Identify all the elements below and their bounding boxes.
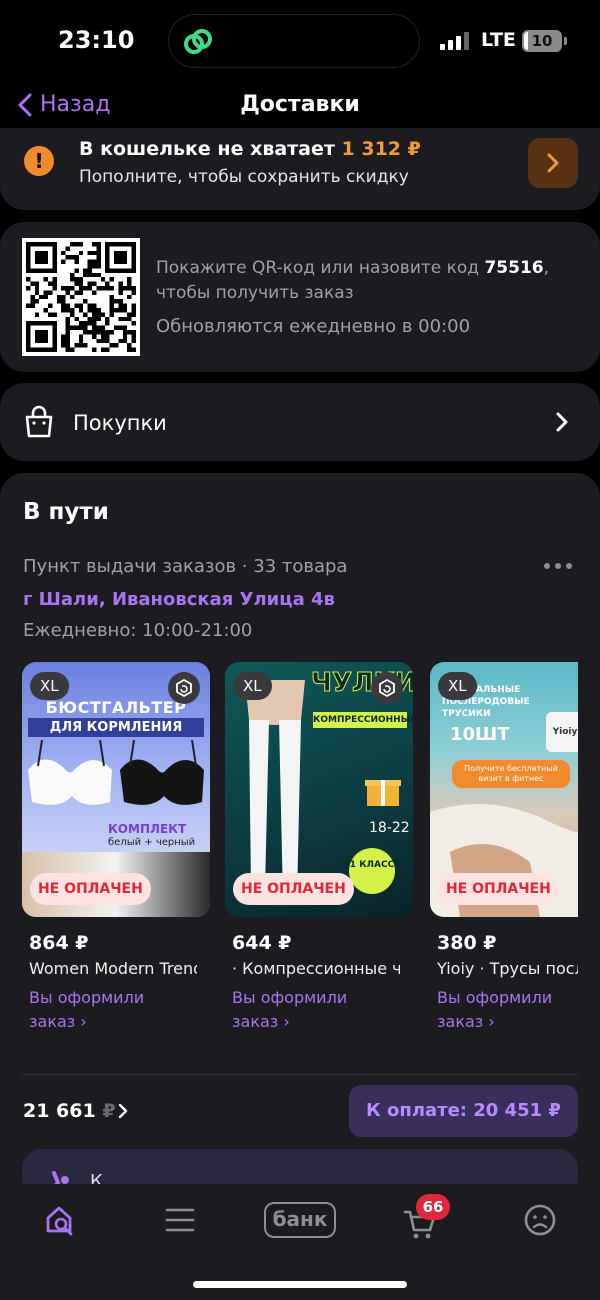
tab-profile[interactable] [520, 1200, 560, 1240]
more-options-icon[interactable] [544, 563, 572, 569]
wallet-shortfall-amount: 1 312 ₽ [341, 138, 421, 160]
image-caption-3: КОМПЛЕКТ [108, 822, 187, 836]
profile-icon [524, 1204, 556, 1236]
divider [22, 1074, 578, 1075]
tab-home-search[interactable] [40, 1200, 80, 1240]
return-box-icon [168, 672, 200, 704]
pickup-code: 75516 [484, 258, 544, 278]
pickup-point-summary: Пункт выдачи заказов · 33 товара [23, 556, 348, 577]
dynamic-island [168, 14, 420, 68]
link-activity-icon [184, 29, 212, 54]
unpaid-badge: НЕ ОПЛАЧЕН [438, 873, 559, 905]
order-status-line2: заказ › [29, 1012, 87, 1031]
chevron-right-icon [547, 153, 559, 173]
product-name: Women Modern Trend [29, 959, 197, 978]
qr-code-image [26, 242, 136, 352]
order-status-line1: Вы оформили [29, 988, 145, 1007]
status-bar: 23:10 LTE 10 [0, 0, 600, 80]
section-title: В пути [23, 499, 109, 525]
image-caption-2: ДЛЯ КОРМЛЕНИЯ [28, 718, 204, 737]
in-transit-section: В пути Пункт выдачи заказов · 33 товара … [0, 473, 600, 1233]
back-button[interactable]: Назад [18, 92, 110, 117]
chevron-left-icon [18, 93, 32, 116]
gift-box-illustration [365, 780, 401, 806]
chevron-right-icon [556, 412, 568, 432]
order-status-link[interactable]: Вы оформили заказ › [22, 986, 202, 1034]
home-indicator[interactable] [193, 1281, 407, 1288]
pay-button[interactable]: К оплате: 20 451 ₽ [349, 1085, 578, 1137]
tab-catalog[interactable] [160, 1200, 200, 1240]
shopping-bag-icon [25, 405, 53, 438]
back-label: Назад [40, 92, 111, 117]
chevron-right-icon[interactable] [118, 1103, 128, 1119]
product-image: ЛЬТРУАЛЬНЫЕ ПОСЛЕРОДОВЫЕ ТРУСИКИ 10ШТ Yi… [430, 662, 578, 917]
qr-text-before: Покажите QR-код или назовите код [156, 258, 485, 278]
purchases-row[interactable]: Покупки [0, 383, 600, 461]
total-before-discount[interactable]: 21 661 ₽ [23, 1100, 116, 1122]
pickup-address-link[interactable]: г Шали, Ивановская Улица 4в [23, 589, 335, 610]
size-badge: XL [233, 672, 272, 700]
product-carousel[interactable]: БЮСТГАЛЬТЕР ДЛЯ КОРМЛЕНИЯ КОМПЛЕКТ белый… [22, 662, 578, 1042]
product-price: 644 ₽ [232, 932, 292, 954]
size-badge: XL [30, 672, 69, 700]
product-price: 864 ₽ [29, 932, 89, 954]
wallet-topup-button[interactable] [528, 138, 578, 188]
unpaid-badge: НЕ ОПЛАЧЕН [233, 873, 354, 905]
order-status-link[interactable]: Вы оформили заказ › [225, 986, 405, 1034]
qr-code[interactable] [22, 238, 140, 356]
total-old-currency: ₽ [102, 1100, 116, 1122]
product-card[interactable]: ЛЬТРУАЛЬНЫЕ ПОСЛЕРОДОВЫЕ ТРУСИКИ 10ШТ Yi… [430, 662, 578, 1034]
battery-cap [564, 37, 567, 45]
product-card[interactable]: ЧУЛКИ КОМПРЕССИОННЫЕ 18-22 1 КЛАСС XL НЕ… [225, 662, 413, 1034]
total-old-amount: 21 661 [23, 1100, 96, 1122]
image-caption-3: Yioiy [546, 712, 578, 752]
order-status-line2: заказ › [232, 1012, 290, 1031]
wallet-title: В кошельке не хватает 1 312 ₽ [79, 138, 421, 160]
product-image: ЧУЛКИ КОМПРЕССИОННЫЕ 18-22 1 КЛАСС XL НЕ… [225, 662, 413, 917]
order-status-line1: Вы оформили [437, 988, 553, 1007]
pickup-hours: Ежедневно: 10:00-21:00 [23, 620, 253, 641]
return-box-icon [371, 672, 403, 704]
product-image: БЮСТГАЛЬТЕР ДЛЯ КОРМЛЕНИЯ КОМПЛЕКТ белый… [22, 662, 210, 917]
pickup-qr-card: Покажите QR-код или назовите код 75516, … [0, 222, 600, 372]
search-home-icon [46, 1206, 73, 1236]
image-caption-2: 10ШТ [450, 724, 510, 745]
size-badge: XL [438, 672, 477, 700]
status-time: 23:10 [58, 26, 135, 54]
order-status-line2: заказ › [437, 1012, 495, 1031]
wallet-title-text: В кошельке не хватает [79, 138, 335, 160]
bank-icon[interactable]: банк [264, 1202, 336, 1238]
image-caption-3: 18-22 [369, 820, 410, 836]
order-status-line1: Вы оформили [232, 988, 348, 1007]
wallet-subtitle: Пополните, чтобы сохранить скидку [79, 167, 409, 187]
product-name: Yioiy · Трусы послеродовые [437, 959, 578, 978]
qr-instructions: Покажите QR-код или назовите код 75516, … [156, 256, 576, 306]
image-caption-4: белый + черный [108, 837, 196, 848]
bra-illustration [28, 740, 204, 805]
warning-icon: ! [24, 146, 54, 176]
wallet-banner[interactable]: ! В кошельке не хватает 1 312 ₽ Пополнит… [0, 128, 600, 210]
image-caption-2: КОМПРЕССИОННЫЕ [313, 712, 413, 728]
battery-level: 10 [531, 32, 553, 50]
cart-count-badge: 66 [416, 1194, 450, 1220]
qr-update-note: Обновляются ежедневно в 00:00 [156, 316, 471, 337]
network-type: LTE [481, 29, 516, 51]
image-caption-4: 1 КЛАСС [349, 848, 395, 894]
signal-icon [440, 30, 469, 50]
product-name: · Компрессионные чулки [232, 959, 400, 978]
battery-icon: 10 [522, 30, 562, 52]
product-price: 380 ₽ [437, 932, 497, 954]
purchases-label: Покупки [73, 411, 167, 435]
unpaid-badge: НЕ ОПЛАЧЕН [30, 873, 151, 905]
product-card[interactable]: БЮСТГАЛЬТЕР ДЛЯ КОРМЛЕНИЯ КОМПЛЕКТ белый… [22, 662, 210, 1034]
order-status-link[interactable]: Вы оформили заказ › [430, 986, 578, 1034]
image-caption-4: Получите бесплатный визит в фитнес [452, 760, 570, 788]
catalog-icon [165, 1208, 195, 1232]
